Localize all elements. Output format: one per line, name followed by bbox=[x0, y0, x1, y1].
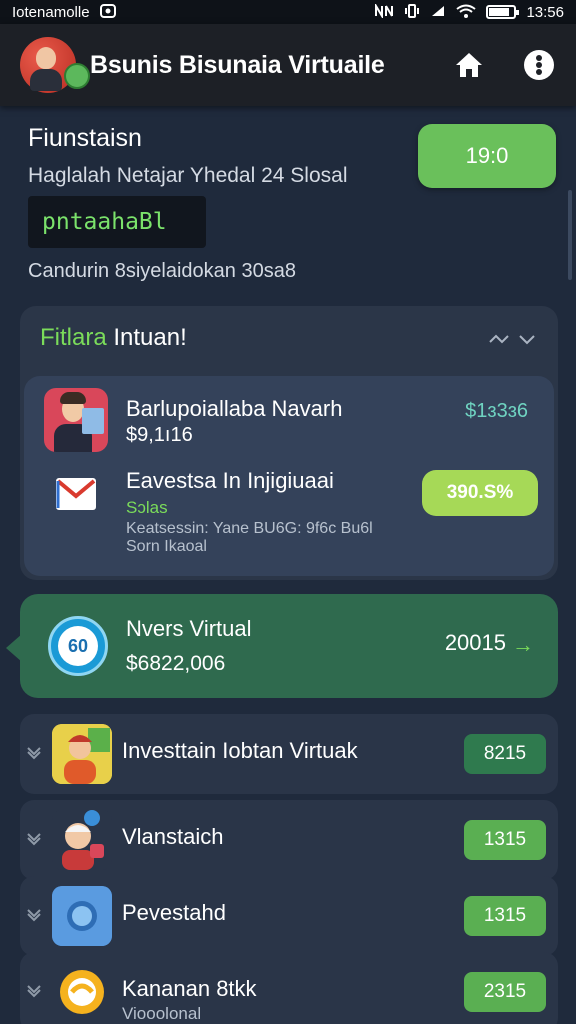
highlight-sub: $6822,006 bbox=[126, 652, 226, 675]
list-item[interactable]: Investtain Iobtan Virtuak 8215 bbox=[20, 714, 558, 794]
chevron-down-icon[interactable] bbox=[24, 742, 44, 762]
status-left: Iotenamolle bbox=[12, 4, 116, 21]
highlight-value: 20015 bbox=[444, 630, 506, 655]
signal-icon bbox=[430, 4, 446, 20]
list-item-badge[interactable]: 2315 bbox=[464, 972, 546, 1012]
highlight-card[interactable]: 60 Nvers Virtual $6822,006 20015 → bbox=[20, 594, 558, 698]
summary-subtitle: Haglalah Netajar Yhedal 24 Slosal bbox=[28, 164, 348, 187]
avatar-suit bbox=[30, 69, 62, 91]
summary-code: pntaahaBl bbox=[28, 196, 206, 248]
clock: 13:56 bbox=[526, 3, 564, 21]
chevron-down-icon bbox=[519, 335, 535, 345]
arrow-right-icon[interactable]: → bbox=[512, 632, 534, 658]
more-button[interactable] bbox=[522, 48, 556, 82]
chevron-down-icon[interactable] bbox=[24, 980, 44, 1000]
businessman-icon bbox=[44, 388, 108, 452]
list-item-badge[interactable]: 8215 bbox=[464, 734, 546, 774]
app-actions bbox=[452, 48, 556, 82]
money-badge-icon bbox=[64, 63, 90, 89]
home-button[interactable] bbox=[452, 48, 486, 82]
search-app-icon bbox=[52, 886, 112, 946]
group-card: Fitlara Intuan! Barlupoiallaba Navarh $9… bbox=[20, 306, 558, 580]
group-item2-desc-line1: Keatsessin: Yane BU6G: 9f6c Bu6l bbox=[126, 520, 373, 537]
more-vertical-icon bbox=[524, 50, 554, 80]
group-item2-desc: Keatsessin: Yane BU6G: 9f6c Bu6l Sorn Ik… bbox=[126, 520, 446, 556]
notification-icon bbox=[99, 4, 116, 20]
battery-icon bbox=[486, 5, 520, 19]
list-item-label: Vlanstaich bbox=[122, 824, 224, 849]
person-avatar-icon bbox=[52, 810, 112, 870]
carrier-label: Iotenamolle bbox=[12, 3, 90, 21]
status-right: 13:56 bbox=[374, 2, 564, 21]
status-bar: Iotenamolle 13:56 bbox=[0, 0, 576, 24]
list-item[interactable]: Pevestahd 1315 bbox=[20, 876, 558, 956]
chevron-down-icon[interactable] bbox=[24, 904, 44, 924]
group-item-price: $9,1ı16 bbox=[126, 424, 193, 446]
group-item-name: Barlupoiallaba Navarh bbox=[126, 396, 343, 421]
summary-title: Fiunstaisn bbox=[28, 124, 142, 152]
group-item2-button-label: 390.S% bbox=[446, 482, 514, 503]
list-item-label: Investtain Iobtan Virtuak bbox=[122, 738, 358, 763]
group-header-accent: Fitlara bbox=[40, 324, 107, 351]
list-item-label: Kananan 8tkk bbox=[122, 976, 257, 1001]
group-collapse-toggle[interactable] bbox=[488, 332, 536, 346]
summary-footer: Candurin 8siyelaidokan 30sa8 bbox=[28, 260, 296, 282]
vibrate-icon bbox=[404, 4, 420, 20]
list-item[interactable]: Kananan 8tkk Viooolonal 2315 bbox=[20, 952, 558, 1024]
group-item-amount: $1ɜ3ɜ6 bbox=[465, 400, 528, 422]
scrollbar[interactable] bbox=[568, 190, 572, 280]
avatar[interactable] bbox=[20, 37, 90, 93]
home-icon bbox=[456, 53, 482, 77]
mail-icon bbox=[56, 478, 96, 510]
list-item-badge[interactable]: 1315 bbox=[464, 820, 546, 860]
avatar-face bbox=[36, 47, 56, 69]
group-header: Fitlara Intuan! bbox=[40, 324, 187, 352]
chevron-up-icon bbox=[489, 334, 509, 344]
chevron-down-icon[interactable] bbox=[24, 828, 44, 848]
app-title: Bsunis Bisunaia Virtuaile bbox=[90, 50, 385, 79]
group-item2-desc-line2: Sorn Ikaoal bbox=[126, 538, 207, 555]
group-item2-name: Eavestsa In Injigiuaai bbox=[126, 468, 334, 493]
virtual-logo-icon: 60 bbox=[48, 616, 108, 676]
virtual-logo-text: 60 bbox=[58, 626, 98, 666]
group-header-text: Intuan! bbox=[113, 324, 187, 351]
nfc-icon bbox=[374, 2, 394, 20]
app-bar: Bsunis Bisunaia Virtuaile bbox=[0, 24, 576, 106]
wifi-icon bbox=[456, 4, 477, 20]
list-item-badge[interactable]: 1315 bbox=[464, 896, 546, 936]
battery-level bbox=[489, 8, 509, 16]
gear-coin-icon bbox=[52, 962, 112, 1022]
group-inner-panel: Barlupoiallaba Navarh $9,1ı16 $1ɜ3ɜ6 Eav… bbox=[24, 376, 554, 576]
highlight-title: Nvers Virtual bbox=[126, 616, 252, 641]
list-item-label: Pevestahd bbox=[122, 900, 226, 925]
group-item2-sub: Sɔlas bbox=[126, 498, 168, 517]
list-item[interactable]: Vlanstaich 1315 bbox=[20, 800, 558, 880]
summary-button[interactable]: 19:0 bbox=[418, 124, 556, 188]
group-item2-button[interactable]: 390.S% bbox=[422, 470, 538, 516]
list-item-sub: Viooolonal bbox=[122, 1004, 202, 1023]
worker-avatar-icon bbox=[52, 724, 112, 784]
